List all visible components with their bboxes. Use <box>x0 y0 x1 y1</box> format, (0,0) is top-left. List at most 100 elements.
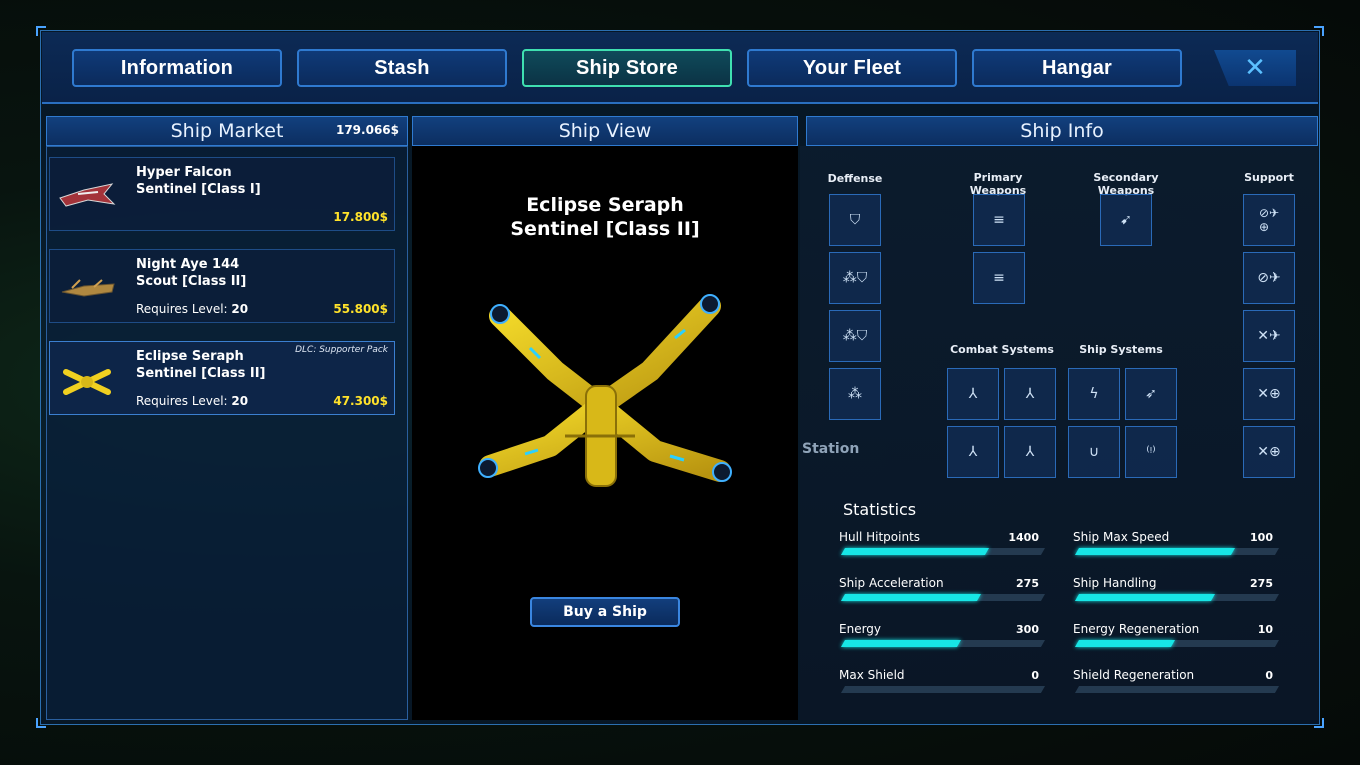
ship-name: Eclipse Seraph Sentinel [Class II] <box>136 349 266 381</box>
section-label-support: Support <box>1244 171 1294 184</box>
selected-ship-class: Sentinel [Class II] <box>510 218 700 240</box>
tri-blade-icon: ⅄ <box>968 444 978 460</box>
rocket-icon: ➶ <box>1145 386 1157 402</box>
ship-market-title: Ship Market <box>170 120 284 142</box>
ship-level-requirement: Requires Level: 20 <box>136 302 249 316</box>
section-label-combat-systems: Combat Systems <box>950 343 1054 356</box>
stat-bar-fill <box>1074 548 1236 555</box>
stat-bar-fill <box>840 594 982 601</box>
buy-ship-button[interactable]: Buy a Ship <box>530 597 680 627</box>
shield-icon: ⛉ <box>849 212 861 228</box>
drone-shield-icon: ⁂⛉ <box>842 270 868 286</box>
background-station-label: Station <box>802 441 860 457</box>
support-slot[interactable]: ✕⊕ <box>1243 426 1295 478</box>
support-slot[interactable]: ⊘✈ ⊕ <box>1243 194 1295 246</box>
credit-balance: 179.066$ <box>335 123 399 137</box>
tri-blade-icon: ⅄ <box>1025 386 1035 402</box>
missile-icon: ➹ <box>1120 212 1132 228</box>
close-icon: ✕ <box>1244 53 1266 83</box>
section-label-ship-systems: Ship Systems <box>1079 343 1163 356</box>
stat-energy-regeneration: Energy Regeneration 10 <box>1073 622 1281 652</box>
stat-ship-acceleration: Ship Acceleration 275 <box>839 576 1047 606</box>
ship-thumbnail-icon <box>63 369 111 395</box>
ship-list-item[interactable]: Hyper Falcon Sentinel [Class I] 17.800$ <box>49 157 395 231</box>
ship-name: Night Aye 144 Scout [Class II] <box>136 257 247 289</box>
close-button[interactable]: ✕ <box>1214 50 1296 86</box>
defense-slot[interactable]: ⁂ <box>829 368 881 420</box>
ship-thumbnail-icon <box>59 183 116 207</box>
ship-view-header: Ship View <box>412 116 798 146</box>
combat-system-slot[interactable]: ⅄ <box>1004 368 1056 420</box>
ship-model-image <box>478 294 732 487</box>
ship-view-title: Ship View <box>558 120 652 142</box>
drone-shield-icon: ⁂⛉ <box>842 328 868 344</box>
ship-level-requirement: Requires Level: 20 <box>136 394 249 408</box>
top-nav: Information Stash Ship Store Your Fleet … <box>42 32 1318 104</box>
section-label-defense: Deffense <box>827 172 883 185</box>
lightning-icon: ϟ <box>1089 386 1099 402</box>
stat-bar-fill <box>1074 640 1176 647</box>
selected-ship-name: Eclipse Seraph <box>526 194 684 216</box>
ship-system-slot[interactable]: ⁽ᵎ⁾ <box>1125 426 1177 478</box>
repair-target-icon: ⊘✈ ⊕ <box>1258 206 1280 234</box>
stat-max-shield: Max Shield 0 <box>839 668 1047 698</box>
tab-hangar[interactable]: Hangar <box>972 49 1182 87</box>
ship-info-title: Ship Info <box>1020 120 1104 142</box>
defense-slot[interactable]: ⁂⛉ <box>829 252 881 304</box>
stat-bar-fill <box>840 686 846 693</box>
tab-ship-store[interactable]: Ship Store <box>522 49 732 87</box>
stat-hull-hitpoints: Hull Hitpoints 1400 <box>839 530 1047 560</box>
ship-thumbnail-icon <box>61 279 115 297</box>
antenna-icon: ⁽ᵎ⁾ <box>1146 444 1156 460</box>
combat-system-slot[interactable]: ⅄ <box>947 426 999 478</box>
tools-target-icon: ✕⊕ <box>1257 386 1281 402</box>
tools-icon: ✕✈ <box>1257 328 1281 344</box>
tri-blade-icon: ⅄ <box>1025 444 1035 460</box>
ship-list-item-selected[interactable]: DLC: Supporter Pack Eclipse Seraph Senti… <box>49 341 395 415</box>
ship-info-panel: Station Deffense Primary Weapons Seconda… <box>800 146 1318 720</box>
tri-blade-icon: ⅄ <box>968 386 978 402</box>
tab-information[interactable]: Information <box>72 49 282 87</box>
ship-system-slot[interactable]: ➶ <box>1125 368 1177 420</box>
drone-icon: ⁂ <box>848 386 862 402</box>
stat-energy: Energy 300 <box>839 622 1047 652</box>
triple-bullet-icon: ≡ <box>993 270 1005 286</box>
stat-shield-regeneration: Shield Regeneration 0 <box>1073 668 1281 698</box>
repair-icon: ⊘✈ <box>1257 270 1281 286</box>
defense-slot[interactable]: ⛉ <box>829 194 881 246</box>
stat-bar-fill <box>840 640 962 647</box>
stat-ship-max-speed: Ship Max Speed 100 <box>1073 530 1281 560</box>
stat-bar-fill <box>1074 686 1080 693</box>
stat-ship-handling: Ship Handling 275 <box>1073 576 1281 606</box>
ship-price: 55.800$ <box>333 302 388 316</box>
tools-target-icon: ✕⊕ <box>1257 444 1281 460</box>
statistics-title: Statistics <box>843 500 917 519</box>
ship-info-header: Ship Info <box>806 116 1318 146</box>
ship-price: 17.800$ <box>333 210 388 224</box>
support-slot[interactable]: ✕✈ <box>1243 310 1295 362</box>
secondary-weapon-slot[interactable]: ➹ <box>1100 194 1152 246</box>
support-slot[interactable]: ⊘✈ <box>1243 252 1295 304</box>
dlc-tag: DLC: Supporter Pack <box>295 345 388 355</box>
ship-market-list: Hyper Falcon Sentinel [Class I] 17.800$ … <box>46 146 408 720</box>
frame-corner <box>36 718 46 728</box>
combat-system-slot[interactable]: ⅄ <box>947 368 999 420</box>
triple-bullet-icon: ≡ <box>993 212 1005 228</box>
primary-weapon-slot[interactable]: ≡ <box>973 252 1025 304</box>
ship-system-slot[interactable]: ∪ <box>1068 426 1120 478</box>
ship-market-header: Ship Market 179.066$ <box>46 116 408 146</box>
ship-system-slot[interactable]: ϟ <box>1068 368 1120 420</box>
tab-your-fleet[interactable]: Your Fleet <box>747 49 957 87</box>
support-slot[interactable]: ✕⊕ <box>1243 368 1295 420</box>
ship-view-panel: Eclipse Seraph Sentinel [Class II] Buy a… <box>412 146 798 720</box>
ship-name: Hyper Falcon Sentinel [Class I] <box>136 165 261 197</box>
stat-bar-fill <box>1074 594 1216 601</box>
stat-bar-fill <box>840 548 990 555</box>
defense-slot[interactable]: ⁂⛉ <box>829 310 881 362</box>
combat-system-slot[interactable]: ⅄ <box>1004 426 1056 478</box>
ship-list-item[interactable]: Night Aye 144 Scout [Class II] Requires … <box>49 249 395 323</box>
magnet-icon: ∪ <box>1088 444 1100 460</box>
primary-weapon-slot[interactable]: ≡ <box>973 194 1025 246</box>
tab-stash[interactable]: Stash <box>297 49 507 87</box>
ship-price: 47.300$ <box>333 394 388 408</box>
